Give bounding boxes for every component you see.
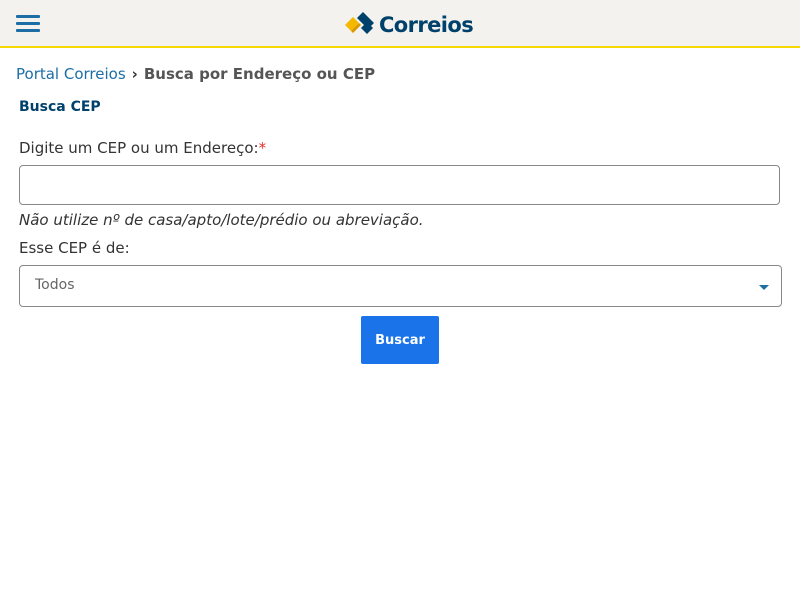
input-hint: Não utilize nº de casa/apto/lote/prédio … xyxy=(19,211,424,229)
cep-address-input[interactable] xyxy=(19,165,780,205)
cep-label-text: Digite um CEP ou um Endereço: xyxy=(19,139,259,157)
search-button[interactable]: Buscar xyxy=(361,316,439,364)
menu-bar xyxy=(16,15,40,18)
cep-type-label: Esse CEP é de: xyxy=(19,239,130,257)
menu-bar xyxy=(16,29,40,32)
breadcrumb: Portal Correios › Busca por Endereço ou CE… xyxy=(16,64,375,84)
logo-text: Correios xyxy=(379,13,474,37)
breadcrumb-current: Busca por Endereço ou CEP xyxy=(143,65,376,83)
select-value: Todos xyxy=(35,277,75,293)
page-title: Busca CEP xyxy=(19,99,101,115)
breadcrumb-home-link[interactable]: Portal Correios xyxy=(16,65,126,83)
menu-bar xyxy=(16,22,40,25)
correios-logo-icon xyxy=(345,12,374,34)
cep-type-select[interactable]: Todos xyxy=(19,265,782,307)
correios-logo[interactable]: Correios xyxy=(343,11,474,39)
required-marker: * xyxy=(258,139,267,157)
top-header: Correios xyxy=(0,0,800,48)
chevron-right-icon: › xyxy=(131,65,138,83)
cep-label: Digite um CEP ou um Endereço:* xyxy=(19,139,266,157)
hamburger-menu-icon[interactable] xyxy=(16,13,40,33)
caret-down-icon xyxy=(759,285,769,290)
